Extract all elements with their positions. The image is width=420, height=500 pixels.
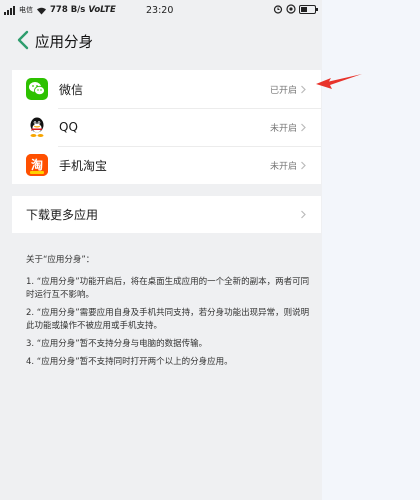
status-right xyxy=(273,4,318,14)
phone-screen: 电信 778 B/s VoLTE 23:20 应用分身 微信 已开启 QQ 未开… xyxy=(0,0,322,500)
download-more-label: 下载更多应用 xyxy=(26,208,99,222)
notes-item: 3. “应用分身”暂不支持分身与电脑的数据传输。 xyxy=(26,339,208,349)
app-name: 手机淘宝 xyxy=(59,158,108,173)
download-more-row[interactable]: 下载更多应用 xyxy=(12,196,321,233)
battery-level xyxy=(301,6,307,12)
signal-icon xyxy=(4,5,15,15)
chevron-right-icon xyxy=(301,85,306,93)
app-status: 已开启 xyxy=(269,85,297,96)
app-status: 未开启 xyxy=(269,123,297,134)
wechat-icon xyxy=(26,78,48,100)
volte-label: VoLTE xyxy=(88,5,116,15)
app-status: 未开启 xyxy=(269,161,297,172)
page-title: 应用分身 xyxy=(35,35,93,51)
app-row-taobao[interactable]: 淘 手机淘宝 未开启 xyxy=(12,146,321,184)
notes-item: 4. “应用分身”暂不支持同时打开两个以上的分身应用。 xyxy=(26,357,233,367)
wifi-icon xyxy=(37,7,46,14)
carrier-text: 电信 xyxy=(19,6,33,14)
app-row-wechat[interactable]: 微信 已开启 xyxy=(12,70,321,108)
taobao-icon: 淘 xyxy=(26,154,48,176)
status-left: 电信 778 B/s VoLTE xyxy=(4,5,116,15)
alarm-icon xyxy=(273,5,283,14)
chevron-right-icon xyxy=(301,210,306,219)
status-bar: 电信 778 B/s VoLTE 23:20 xyxy=(0,0,322,22)
app-list: 微信 已开启 QQ 未开启 淘 手机淘宝 未开启 xyxy=(12,70,321,184)
chevron-right-icon xyxy=(301,161,306,169)
battery-icon xyxy=(299,4,318,14)
app-name: QQ xyxy=(59,120,78,134)
app-row-qq[interactable]: QQ 未开启 xyxy=(12,108,321,146)
chevron-left-icon[interactable] xyxy=(13,29,35,51)
chevron-right-icon xyxy=(301,123,306,131)
notes-item: 1. “应用分身”功能开启后，将在桌面生成应用的一个全新的副本，两者可同时运行互… xyxy=(26,277,310,300)
notes-title: 关于“应用分身”： xyxy=(26,255,95,265)
status-time: 23:20 xyxy=(146,5,174,16)
app-name: 微信 xyxy=(59,82,84,97)
qq-icon xyxy=(26,116,48,138)
svg-text:淘: 淘 xyxy=(31,157,43,172)
network-speed: 778 B/s xyxy=(50,5,86,15)
annotation-arrow-icon xyxy=(316,74,362,89)
notes-item: 2. “应用分身”需要应用自身及手机共同支持，若分身功能出现异常，则说明此功能或… xyxy=(26,308,310,331)
location-icon xyxy=(286,4,296,14)
notes-section: 关于“应用分身”： 1. “应用分身”功能开启后，将在桌面生成应用的一个全新的副… xyxy=(26,254,311,374)
app-header: 应用分身 xyxy=(0,22,322,58)
